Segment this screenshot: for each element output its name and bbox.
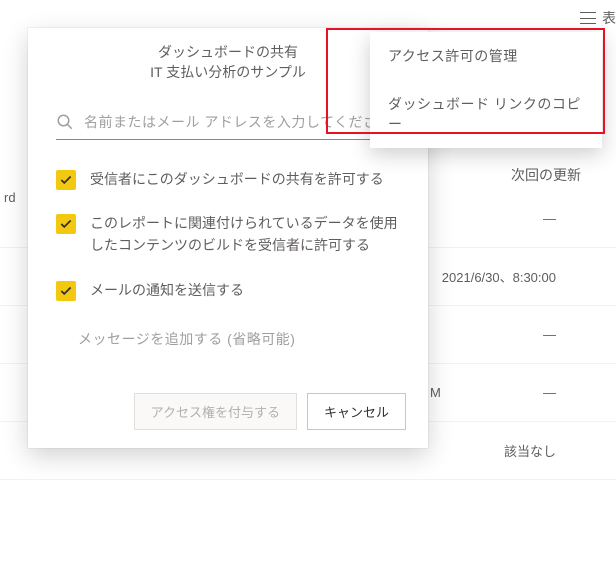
checkbox-allow-reshare[interactable] <box>56 170 76 190</box>
hamburger-icon[interactable] <box>580 12 596 24</box>
option-send-email: メールの通知を送信する <box>56 279 400 301</box>
cell-value: — <box>543 385 556 400</box>
more-options-menu: アクセス許可の管理 ダッシュボード リンクのコピー <box>370 32 602 148</box>
menu-item-manage-permissions[interactable]: アクセス許可の管理 <box>370 32 602 80</box>
option-allow-reshare: 受信者にこのダッシュボードの共有を許可する <box>56 168 400 190</box>
option-label: 受信者にこのダッシュボードの共有を許可する <box>90 168 384 190</box>
checkbox-send-email[interactable] <box>56 281 76 301</box>
menu-item-copy-link[interactable]: ダッシュボード リンクのコピー <box>370 80 602 148</box>
column-header-next-refresh: 次回の更新 <box>511 165 581 185</box>
cell-value: — <box>543 211 556 226</box>
cell-value: 該当なし <box>504 441 556 460</box>
message-input[interactable]: メッセージを追加する (省略可能) <box>28 323 428 349</box>
recipient-search[interactable] <box>56 113 400 140</box>
page-header: 表 <box>580 8 616 28</box>
search-icon <box>56 113 74 131</box>
cancel-button[interactable]: キャンセル <box>307 393 406 430</box>
share-dialog: ダッシュボードの共有 IT 支払い分析のサンプル ··· 受信者にこのダッシュボ… <box>28 28 428 448</box>
row-mid-fragment: M <box>430 385 441 400</box>
cell-value: 2021/6/30、8:30:00 <box>442 267 556 286</box>
share-options: 受信者にこのダッシュボードの共有を許可する このレポートに関連付けられているデー… <box>28 140 428 302</box>
dialog-title-line2: IT 支払い分析のサンプル <box>44 62 412 82</box>
row-left-fragment: rd <box>4 190 16 205</box>
option-allow-build: このレポートに関連付けられているデータを使用したコンテンツのビルドを受信者に許可… <box>56 212 400 257</box>
grant-access-button[interactable]: アクセス権を付与する <box>134 393 297 430</box>
dialog-title: ダッシュボードの共有 IT 支払い分析のサンプル <box>44 42 412 83</box>
dialog-footer: アクセス権を付与する キャンセル <box>28 349 428 430</box>
option-label: メールの通知を送信する <box>90 279 244 301</box>
header-right-text: 表 <box>602 8 616 28</box>
dialog-title-line1: ダッシュボードの共有 <box>44 42 412 62</box>
cell-value: — <box>543 327 556 342</box>
recipient-input[interactable] <box>84 114 400 130</box>
dialog-header: ダッシュボードの共有 IT 支払い分析のサンプル ··· <box>28 28 428 95</box>
option-label: このレポートに関連付けられているデータを使用したコンテンツのビルドを受信者に許可… <box>90 212 400 257</box>
checkbox-allow-build[interactable] <box>56 214 76 234</box>
